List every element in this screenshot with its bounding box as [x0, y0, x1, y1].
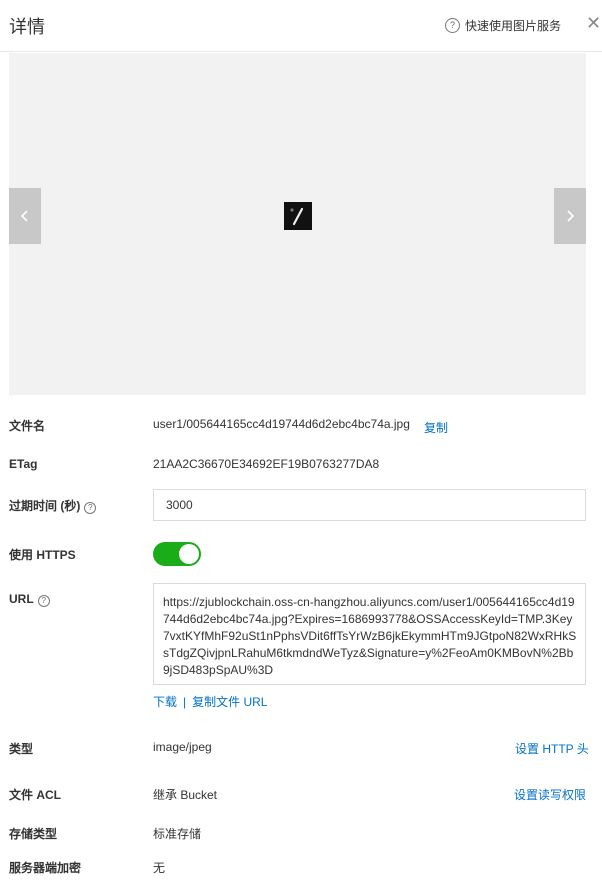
copy-filename-button[interactable]: 复制 — [424, 419, 448, 436]
url-label: URL? — [9, 592, 50, 607]
type-label: 类型 — [9, 742, 34, 756]
set-acl-link[interactable]: 设置读写权限 — [514, 786, 586, 803]
expire-time-label: 过期时间 (秒)? — [9, 497, 97, 514]
download-link[interactable]: 下载 — [153, 695, 177, 709]
quick-start-image-service-link[interactable]: ? 快速使用图片服务 — [445, 17, 561, 34]
chevron-left-icon — [20, 210, 28, 222]
help-link-label: 快速使用图片服务 — [465, 19, 562, 33]
https-toggle[interactable] — [153, 542, 201, 566]
storage-class-label: 存储类型 — [9, 827, 58, 841]
url-actions: 下载 | 复制文件 URL — [153, 693, 267, 710]
acl-label: 文件 ACL — [9, 788, 61, 802]
url-textarea[interactable]: https://zjublockchain.oss-cn-hangzhou.al… — [153, 583, 586, 685]
copy-url-link[interactable]: 复制文件 URL — [192, 695, 267, 709]
acl-value: 继承 Bucket — [153, 788, 218, 802]
filename-label: 文件名 — [9, 419, 46, 433]
url-label-text: URL — [9, 592, 34, 606]
https-label: 使用 HTTPS — [9, 548, 76, 562]
etag-value: 21AA2C36670E34692EF19B0763277DA8 — [153, 457, 380, 471]
etag-label: ETag — [9, 457, 38, 471]
close-icon[interactable]: ✕ — [586, 14, 601, 32]
help-icon: ? — [445, 18, 460, 33]
panel-header: 详情 ? 快速使用图片服务 ✕ — [0, 0, 602, 52]
image-preview — [9, 53, 586, 395]
divider: | — [183, 695, 187, 709]
panel-title: 详情 — [9, 17, 45, 37]
prev-image-button[interactable] — [9, 188, 41, 244]
storage-class-value: 标准存储 — [153, 827, 202, 841]
help-icon[interactable]: ? — [37, 595, 50, 607]
next-image-button[interactable] — [554, 188, 586, 244]
toggle-knob — [179, 544, 199, 564]
filename-value: user1/005644165cc4d19744d6d2ebc4bc74a.jp… — [153, 417, 410, 431]
help-icon[interactable]: ? — [84, 502, 97, 514]
type-value: image/jpeg — [153, 740, 212, 754]
expire-time-label-text: 过期时间 (秒) — [9, 499, 81, 513]
chevron-right-icon — [567, 210, 575, 222]
expire-time-input[interactable]: 3000 — [153, 489, 586, 521]
set-http-header-link[interactable]: 设置 HTTP 头 — [515, 740, 589, 757]
image-thumbnail — [284, 202, 312, 230]
server-encryption-value: 无 — [153, 861, 166, 875]
server-encryption-label: 服务器端加密 — [9, 861, 82, 875]
